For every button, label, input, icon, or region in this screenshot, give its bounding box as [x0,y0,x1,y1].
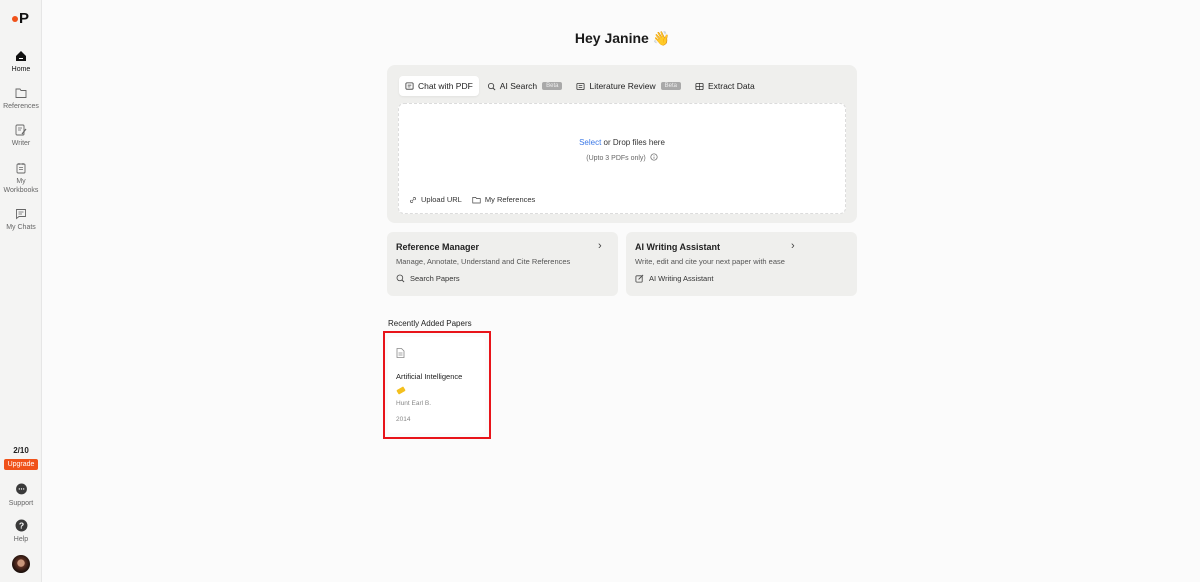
pen-icon [15,124,27,136]
paper-year: 2014 [396,416,411,423]
table-icon [695,82,704,90]
user-avatar[interactable] [12,555,30,573]
home-icon [16,51,26,61]
search-icon [396,274,405,283]
limit-text: (Upto 3 PDFs only) [586,155,646,162]
chevron-right-icon[interactable]: › [791,240,795,252]
folder-icon [472,196,481,203]
tab-label: Chat with PDF [418,81,473,91]
recent-papers-heading: Recently Added Papers [388,319,472,328]
sidebar-item-workbooks[interactable]: My Workbooks [0,162,42,195]
chat-icon [16,209,26,220]
sidebar: P Home References Writer My Workbooks My… [0,0,42,582]
sidebar-item-label: Home [11,66,31,73]
select-files-link[interactable]: Select [579,138,601,147]
beta-badge: Beta [660,82,681,90]
sidebar-item-writer[interactable]: Writer [0,124,42,148]
chevron-right-icon[interactable]: › [598,240,602,252]
app-logo[interactable]: P [12,10,29,27]
tab-extract-data[interactable]: Extract Data [689,76,761,96]
svg-text:?: ? [18,520,23,530]
my-references-label: My References [484,195,536,204]
tab-bar: Chat with PDF AI Search Beta Literature … [399,76,763,96]
upgrade-button[interactable]: Upgrade [4,459,38,470]
tab-chat-with-pdf[interactable]: Chat with PDF [399,76,479,96]
drop-instructions: Select or Drop files here [399,138,845,147]
reference-manager-card[interactable]: Reference Manager › Manage, Annotate, Un… [387,232,618,296]
help-icon: ? [15,519,27,532]
drop-actions: Upload URL My References [409,195,535,204]
support-label: Support [8,500,34,507]
chat-icon [405,81,414,90]
card-title: Reference Manager [396,242,480,252]
sidebar-item-references[interactable]: References [0,87,42,111]
paper-card[interactable]: Artificial Intelligence Hunt Earl B. 201… [388,337,485,433]
card-title: AI Writing Assistant [635,242,721,252]
my-references-button[interactable]: My References [472,195,535,204]
card-link-label: Search Papers [410,274,460,283]
file-dropzone[interactable]: Select or Drop files here (Upto 3 PDFs o… [398,103,846,214]
link-icon [410,196,416,203]
upload-url-label: Upload URL [421,195,462,204]
drop-text: or Drop files here [601,138,665,147]
paper-author: Hunt Earl B. [396,400,432,407]
upload-url-button[interactable]: Upload URL [409,195,462,204]
tab-label: AI Search [499,81,538,91]
tab-label: Extract Data [707,81,755,91]
sidebar-item-label: My Chats [6,224,36,231]
card-description: Write, edit and cite your next paper wit… [635,257,785,266]
literature-icon [576,82,585,90]
tab-ai-search[interactable]: AI Search Beta [481,76,569,96]
folder-icon [15,88,27,98]
search-papers-link[interactable]: Search Papers [396,274,609,283]
upload-panel: Chat with PDF AI Search Beta Literature … [387,65,857,223]
ai-writing-assistant-card[interactable]: AI Writing Assistant › Write, edit and c… [626,232,857,296]
ai-search-icon [487,82,496,90]
edit-icon [635,274,644,283]
tab-label: Literature Review [589,81,656,91]
help-label: Help [13,536,29,543]
paper-title: Artificial Intelligence [396,372,463,381]
support-chat-icon [15,483,27,495]
sidebar-item-home[interactable]: Home [0,50,42,74]
help-button[interactable]: ? Help [0,519,42,544]
sidebar-item-label: References [3,103,39,110]
sidebar-item-chats[interactable]: My Chats [0,208,42,232]
beta-badge: Beta [542,82,563,90]
card-link-label: AI Writing Assistant [649,274,714,283]
info-icon[interactable] [650,153,658,161]
notebook-icon [16,163,26,174]
tag-icon [396,386,406,395]
usage-count: 2/10 [13,446,29,455]
tab-literature-review[interactable]: Literature Review Beta [570,76,686,96]
card-description: Manage, Annotate, Understand and Cite Re… [396,257,571,266]
support-button[interactable]: Support [0,483,42,508]
ai-writing-assistant-link[interactable]: AI Writing Assistant [635,274,848,283]
document-icon [396,348,405,358]
sidebar-item-label: Writer [11,140,31,147]
page-greeting: Hey Janine 👋 [574,30,671,46]
sidebar-item-label: My Workbooks [3,178,39,194]
drop-limit-note: (Upto 3 PDFs only) [399,153,845,162]
